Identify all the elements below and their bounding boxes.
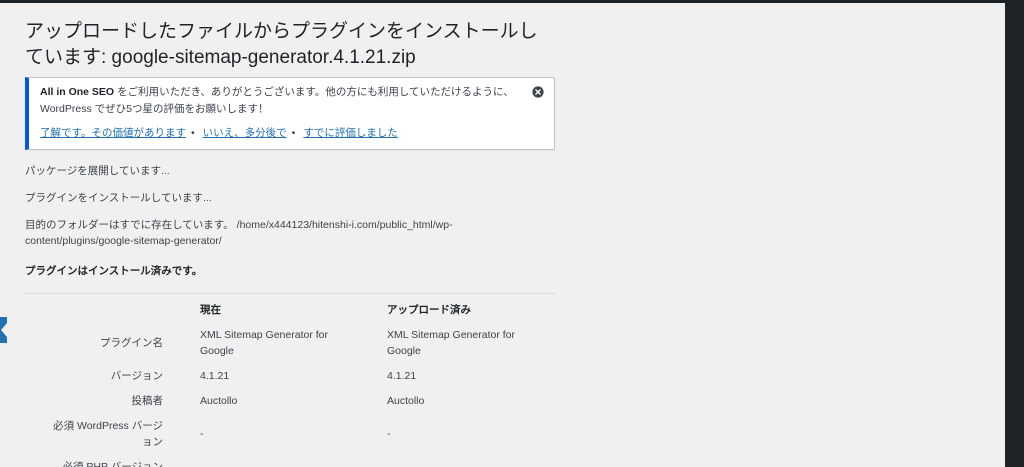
current-value: XML Sitemap Generator for Google: [200, 329, 328, 357]
uploaded-value: -: [387, 428, 391, 440]
row-label: バージョン: [110, 370, 163, 382]
column-header-current: 現在: [200, 304, 221, 316]
notice-message: All in One SEO をご利用いただき、ありがとうございます。他の方にも利…: [40, 84, 524, 118]
comparison-row-plugin-name: プラグイン名 XML Sitemap Generator for Google …: [25, 322, 555, 363]
uploaded-value: XML Sitemap Generator for Google: [387, 329, 515, 357]
plugin-comparison-table: 現在 アップロード済み プラグイン名 XML Sitemap Generator…: [25, 297, 555, 467]
uploaded-value: Auctollo: [387, 395, 425, 407]
column-header-uploaded: アップロード済み: [387, 304, 471, 316]
current-value: Auctollo: [200, 395, 238, 407]
uploaded-value: [377, 454, 555, 467]
aioseo-review-notice: All in One SEO をご利用いただき、ありがとうございます。他の方にも利…: [25, 77, 555, 150]
notice-message-line-1: をご利用いただき、ありがとうございます。他の方にも利用していただけるように、: [117, 86, 514, 98]
row-label: 必須 WordPress バージョン: [53, 420, 163, 448]
close-circle-icon: [532, 86, 544, 98]
folder-exists-message: 目的のフォルダーはすでに存在しています。 /home/x444123/hiten…: [25, 217, 555, 249]
dismiss-notice-button[interactable]: [532, 86, 544, 98]
row-label: 必須 PHP バージョン: [62, 461, 163, 467]
current-value: 4.1.21: [200, 370, 230, 382]
folder-exists-line-2: content/plugins/google-sitemap-generator…: [25, 235, 222, 247]
comparison-row-author: 投稿者 Auctollo Auctollo: [25, 388, 555, 413]
installing-message: プラグインをインストールしています...: [25, 192, 212, 204]
comparison-row-required-wordpress: 必須 WordPress バージョン - -: [25, 413, 555, 454]
row-label: 投稿者: [131, 395, 164, 407]
page-title: アップロードしたファイルからプラグインをインストールしています: google-…: [25, 21, 538, 68]
already-rated-link[interactable]: すでに評価しました: [303, 127, 398, 139]
rate-plugin-link[interactable]: 了解です。その価値があります: [40, 127, 186, 139]
maybe-later-link[interactable]: いいえ、多分後で: [203, 127, 287, 139]
notice-message-line-2: WordPress でぜひ5つ星の評価をお願いします！: [40, 103, 269, 115]
folder-exists-line-1: 目的のフォルダーはすでに存在しています。 /home/x444123/hiten…: [25, 219, 453, 231]
comparison-row-required-php: 必須 PHP バージョン: [25, 454, 555, 467]
already-installed-heading: プラグインはインストール済みです。: [25, 265, 203, 277]
comparison-row-version: バージョン 4.1.21 4.1.21: [25, 363, 555, 388]
current-value: [190, 454, 377, 467]
link-separator: •: [190, 127, 195, 139]
comparison-header-row: 現在 アップロード済み: [25, 297, 555, 322]
uploaded-value: 4.1.21: [387, 370, 417, 382]
admin-menu-current-item[interactable]: [0, 317, 7, 343]
notice-actions: 了解です。その価値があります • いいえ、多分後で • すでに評価しました: [40, 125, 524, 142]
column-header-field: [25, 305, 190, 314]
right-edge-panel: [1005, 0, 1024, 467]
unpacking-message: パッケージを展開しています...: [25, 165, 170, 177]
link-separator: •: [291, 127, 296, 139]
notice-brand: All in One SEO: [40, 86, 115, 98]
current-value: -: [200, 428, 204, 440]
divider: [25, 293, 555, 294]
row-label: プラグイン名: [100, 337, 163, 349]
main-content: アップロードしたファイルからプラグインをインストールしています: google-…: [25, 19, 555, 467]
row-label-cell: 必須 PHP バージョン: [25, 454, 190, 467]
current-menu-arrow-icon: [1, 323, 7, 337]
admin-bar-edge: [0, 0, 1024, 3]
